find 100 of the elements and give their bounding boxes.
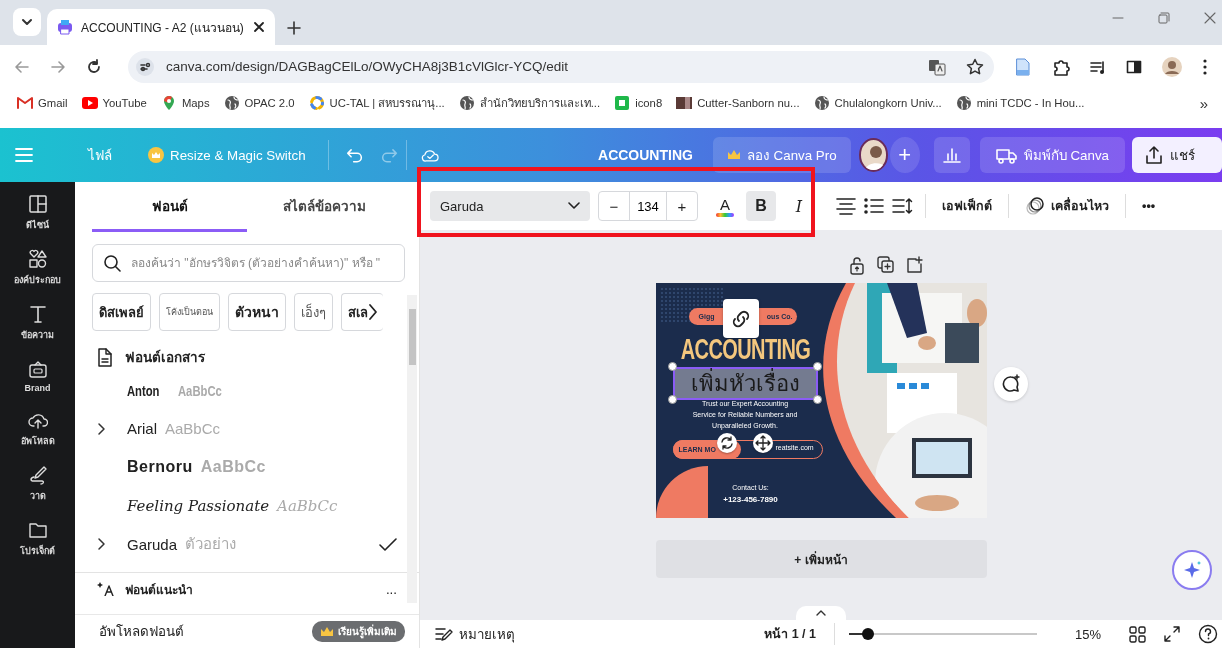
- font-dropdown[interactable]: Garuda: [430, 191, 590, 221]
- address-bar[interactable]: canva.com/design/DAGBagCElLo/OWyCHA8j3B1cVlGlcr-YCQ/edit: [127, 50, 994, 83]
- resize-handle[interactable]: [812, 362, 822, 371]
- font-list-item[interactable]: Anton AaBbCc: [97, 371, 397, 410]
- more-button[interactable]: •••: [1138, 199, 1160, 213]
- bookmark-link[interactable]: Maps: [160, 95, 210, 111]
- effects-button[interactable]: เอฟเฟ็กต์: [938, 196, 996, 216]
- more-vertical-icon[interactable]: [1202, 57, 1208, 76]
- bookmark-link[interactable]: YouTube: [81, 95, 147, 111]
- close-icon[interactable]: [253, 21, 265, 33]
- increase-size-button[interactable]: +: [667, 192, 697, 220]
- grid-view-icon[interactable]: [1129, 625, 1146, 643]
- panel-tab[interactable]: ฟอนต์: [92, 182, 247, 232]
- text-color-button[interactable]: A: [712, 195, 738, 217]
- scrollbar[interactable]: [407, 295, 417, 603]
- side-panel-icon[interactable]: [1126, 58, 1142, 75]
- insights-button[interactable]: [933, 137, 970, 173]
- profile-avatar-icon[interactable]: [1162, 56, 1182, 77]
- learn-more-button[interactable]: เรียนรู้เพิ่มเติม: [312, 621, 405, 642]
- bookmark-link[interactable]: Chulalongkorn Univ...: [813, 95, 942, 111]
- pen-scribble-icon: [27, 465, 48, 485]
- music-queue-icon[interactable]: [1090, 58, 1106, 75]
- browser-tab[interactable]: ACCOUNTING - A2 (แนวนอน): [47, 9, 275, 45]
- chevron-down-icon: [21, 17, 33, 27]
- star-icon[interactable]: [966, 57, 984, 76]
- animate-button[interactable]: เคลื่อนไหว: [1021, 196, 1113, 216]
- filter-chip[interactable]: เอ็งๆ: [294, 293, 333, 331]
- lock-open-icon[interactable]: [849, 256, 865, 275]
- try-pro-button[interactable]: ลอง Canva Pro: [712, 137, 851, 173]
- site-settings-icon[interactable]: [135, 57, 154, 76]
- bookmark-link[interactable]: Gmail: [17, 95, 68, 111]
- crown-icon: [726, 149, 741, 161]
- help-icon[interactable]: [1198, 624, 1218, 644]
- selected-text-box[interactable]: เพิ่มหัวเรื่อง: [672, 367, 818, 400]
- document-icon[interactable]: [1014, 57, 1032, 76]
- share-button[interactable]: แชร์: [1132, 137, 1222, 173]
- panel-tab[interactable]: สไตล์ข้อความ: [247, 182, 402, 232]
- magic-button[interactable]: [1172, 550, 1212, 590]
- font-size-stepper[interactable]: − 134 +: [598, 191, 698, 221]
- filter-chip[interactable]: ดิสเพลย์: [92, 293, 151, 331]
- font-list-item[interactable]: Garuda ตัวอย่าง: [97, 525, 397, 564]
- align-center-icon[interactable]: [836, 197, 856, 215]
- sidebar-item[interactable]: Brand: [2, 359, 73, 393]
- line-spacing-icon[interactable]: [892, 197, 913, 215]
- bookmark-link[interactable]: mini TCDC - In Hou...: [955, 95, 1085, 111]
- new-tab-button[interactable]: [287, 21, 301, 35]
- tab-search-button[interactable]: [13, 8, 41, 36]
- add-page-icon[interactable]: [906, 256, 923, 273]
- invite-button[interactable]: +: [890, 137, 920, 173]
- bookmark-link[interactable]: Cutter-Sanborn nu...: [676, 95, 800, 111]
- scrollbar-thumb[interactable]: [409, 309, 416, 365]
- plus-icon: [287, 21, 301, 35]
- design-heading: ACCOUNTING: [680, 332, 811, 367]
- show-pages-button[interactable]: [796, 606, 846, 620]
- upload-font-link[interactable]: อัพโหลดฟอนต์: [99, 621, 184, 642]
- sidebar-item[interactable]: ดีไซน์: [2, 194, 73, 232]
- translate-icon[interactable]: [928, 57, 946, 76]
- font-size-field[interactable]: 134: [629, 192, 667, 220]
- folder-icon: [27, 520, 48, 540]
- link-button[interactable]: [722, 299, 759, 338]
- print-button[interactable]: พิมพ์กับ Canva: [979, 137, 1125, 173]
- rotate-handle[interactable]: [716, 433, 737, 453]
- reload-icon[interactable]: [85, 58, 102, 75]
- bookmark-link[interactable]: สำนักวิทยบริการและเท...: [458, 94, 601, 112]
- back-icon[interactable]: [14, 58, 30, 75]
- more-options-button[interactable]: ...: [385, 581, 397, 597]
- avatar[interactable]: [858, 138, 889, 172]
- resize-handle[interactable]: [812, 395, 822, 404]
- font-list-item[interactable]: Arial AaBbCc: [97, 409, 397, 448]
- bullet-list-icon[interactable]: [864, 197, 884, 215]
- bookmark-link[interactable]: OPAC 2.0: [223, 95, 295, 111]
- puzzle-icon[interactable]: [1052, 57, 1070, 76]
- fullscreen-icon[interactable]: [1164, 626, 1180, 642]
- more-bookmarks-button[interactable]: »: [1199, 94, 1208, 112]
- page-indicator[interactable]: หน้า 1 / 1: [764, 624, 816, 644]
- font-list-item[interactable]: Bernoru AaBbCc: [97, 448, 397, 487]
- sidebar-item[interactable]: วาด: [2, 465, 73, 503]
- italic-button[interactable]: I: [784, 191, 814, 221]
- sidebar-item[interactable]: โปรเจ็กต์: [2, 520, 73, 558]
- font-list-item[interactable]: Feeling Passionate AaBbCc: [97, 486, 397, 525]
- forward-icon[interactable]: [49, 58, 66, 75]
- resize-handle[interactable]: [667, 395, 677, 404]
- add-page-button[interactable]: + เพิ่มหน้า: [655, 540, 987, 578]
- search-field[interactable]: ลองค้นว่า "อักษรวิจิตร (ตัวอย่างคำค้นหา)" หรือ ": [92, 244, 405, 282]
- decrease-size-button[interactable]: −: [599, 192, 629, 220]
- sidebar-item[interactable]: ข้อความ: [2, 304, 73, 342]
- notes-button[interactable]: หมายเหตุ: [435, 623, 515, 645]
- bookmark-link[interactable]: UC-TAL | สหบรรณานุ...: [308, 94, 445, 112]
- filter-chip[interactable]: โค้งเป็นตอน: [159, 293, 220, 331]
- duplicate-icon[interactable]: [877, 256, 894, 273]
- bookmark-link[interactable]: icon8: [614, 95, 663, 111]
- filter-chip[interactable]: ตัวหนา: [228, 293, 286, 331]
- comment-button[interactable]: [994, 367, 1028, 401]
- sidebar-item[interactable]: อัพโหลด: [2, 410, 73, 448]
- bold-button[interactable]: B: [746, 191, 776, 221]
- design-title[interactable]: ACCOUNTING: [598, 147, 693, 163]
- move-handle[interactable]: [752, 433, 773, 453]
- resize-handle[interactable]: [667, 362, 677, 371]
- sidebar-item[interactable]: องค์ประกอบ: [2, 249, 73, 287]
- restore-icon[interactable]: [1158, 12, 1170, 24]
